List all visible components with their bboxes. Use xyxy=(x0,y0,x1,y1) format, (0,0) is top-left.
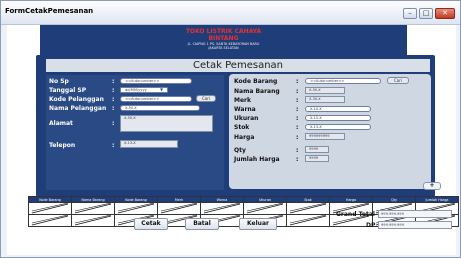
placeholder-strike-icon xyxy=(74,203,112,214)
harga-field[interactable]: 999999999 xyxy=(305,133,345,140)
warna-field[interactable]: X-10-X xyxy=(305,106,371,112)
grid-cell[interactable] xyxy=(157,202,201,215)
ukuran-field[interactable]: X-15-X xyxy=(305,115,371,121)
warna-label: Warna xyxy=(234,106,256,113)
placeholder-strike-icon xyxy=(246,203,284,214)
merk-field[interactable]: X-30-X xyxy=(305,96,345,103)
alamat-label: Alamat xyxy=(49,120,73,127)
colon: : xyxy=(296,78,299,85)
placeholder-strike-icon xyxy=(160,203,198,214)
app-window: FormCetakPemesanan – □ ✕ TOKO LISTRIK CA… xyxy=(0,0,461,258)
placeholder-strike-icon xyxy=(289,203,327,214)
nama-barang-label: Nama Barang xyxy=(234,88,280,95)
grand-total-label: Grand Total xyxy=(336,211,375,218)
close-icon: ✕ xyxy=(442,9,448,17)
minimize-icon: – xyxy=(408,9,412,17)
colon: : xyxy=(296,115,299,122)
grid-cell[interactable] xyxy=(28,214,72,227)
maximize-icon: □ xyxy=(422,9,430,17)
nama-pelanggan-label: Nama Pelanggan xyxy=(49,105,107,112)
kode-pelanggan-label: Kode Pelanggan xyxy=(49,96,104,103)
tanggal-sp-label: Tanggal SP xyxy=(49,87,87,94)
placeholder-strike-icon xyxy=(117,203,155,214)
placeholder-strike-icon xyxy=(74,215,112,226)
alamat-textarea[interactable]: X-50-X xyxy=(120,115,213,132)
jumlah-harga-label: Jumlah Harga xyxy=(234,156,280,163)
minimize-button[interactable]: – xyxy=(403,8,417,19)
colon: : xyxy=(296,147,299,154)
harga-label: Harga xyxy=(234,134,255,141)
grid-cell[interactable] xyxy=(71,214,115,227)
jumlah-harga-field[interactable]: 9999 xyxy=(305,155,329,162)
stok-label: Stok xyxy=(234,124,250,131)
qty-field[interactable]: 9999 xyxy=(305,146,329,153)
customer-panel: No Sp : <<Autonumber>> Tanggal SP : dd/M… xyxy=(46,75,224,190)
add-item-button[interactable]: + xyxy=(423,182,441,190)
qty-label: Qty xyxy=(234,147,246,154)
grid-cell[interactable] xyxy=(286,202,330,215)
placeholder-strike-icon xyxy=(31,215,69,226)
colon: : xyxy=(296,88,299,95)
telepon-field[interactable]: X-13-X xyxy=(120,140,178,148)
grid-cell[interactable] xyxy=(114,202,158,215)
placeholder-strike-icon xyxy=(203,203,241,214)
title-bar: FormCetakPemesanan – □ ✕ xyxy=(1,1,460,25)
grid-cell[interactable] xyxy=(200,202,244,215)
chevron-down-icon[interactable]: ▼ xyxy=(160,88,166,92)
colon: : xyxy=(112,120,115,127)
grid-cell[interactable] xyxy=(71,202,115,215)
keluar-button[interactable]: Keluar xyxy=(239,218,277,230)
cari-pelanggan-button[interactable]: Cari xyxy=(196,95,216,102)
nama-barang-field[interactable]: X-50-X xyxy=(305,87,345,94)
placeholder-strike-icon xyxy=(31,203,69,214)
grid-cell[interactable] xyxy=(243,202,287,215)
ukuran-label: Ukuran xyxy=(234,115,259,122)
colon: : xyxy=(296,156,299,163)
dp-field[interactable]: 999.999.999 xyxy=(378,221,452,229)
telepon-label: Telepon xyxy=(49,142,76,149)
maximize-button[interactable]: □ xyxy=(419,8,433,19)
grid-cell[interactable] xyxy=(286,214,330,227)
merk-label: Merk xyxy=(234,97,251,104)
heading-bar: Cetak Pemesanan xyxy=(46,59,430,72)
colon: : xyxy=(296,134,299,141)
grid-cell[interactable] xyxy=(28,202,72,215)
page-title: Cetak Pemesanan xyxy=(192,60,283,71)
store-name-line1: TOKO LISTRIK CAHAYA xyxy=(185,28,262,35)
item-panel: Kode Barang : <<Autonumber>> Cari Nama B… xyxy=(229,74,431,189)
colon: : xyxy=(112,96,115,103)
store-address-line2: JAKARTA SELATAN xyxy=(208,46,239,50)
tanggal-sp-value: dd/MM/yyyy xyxy=(125,88,147,92)
form-canvas: TOKO LISTRIK CAHAYA BINTANG JL. CIAPNG 1… xyxy=(7,25,459,255)
colon: : xyxy=(296,106,299,113)
kode-barang-field[interactable]: <<Autonumber>> xyxy=(305,78,381,84)
colon: : xyxy=(112,142,115,149)
no-sp-label: No Sp xyxy=(49,78,69,85)
no-sp-field[interactable]: <<Autonumber>> xyxy=(120,78,192,84)
cari-barang-button[interactable]: Cari xyxy=(387,77,409,84)
nama-pelanggan-field[interactable]: X-50-X xyxy=(120,105,200,111)
tanggal-sp-datepicker[interactable]: dd/MM/yyyy ▼ xyxy=(120,87,168,93)
dp-label: DP xyxy=(366,222,376,229)
batal-button[interactable]: Batal xyxy=(185,218,219,230)
close-button[interactable]: ✕ xyxy=(435,8,455,19)
colon: : xyxy=(112,87,115,94)
stok-field[interactable]: X-13-X xyxy=(305,124,371,130)
main-panel: Cetak Pemesanan No Sp : <<Autonumber>> T… xyxy=(36,55,435,197)
kode-pelanggan-field[interactable]: <<Autonumber>> xyxy=(120,96,192,102)
grand-total-field[interactable]: 999.999.999 xyxy=(378,210,452,218)
kode-barang-label: Kode Barang xyxy=(234,78,278,85)
colon: : xyxy=(112,78,115,85)
placeholder-strike-icon xyxy=(289,215,327,226)
colon: : xyxy=(112,105,115,112)
colon: : xyxy=(296,124,299,131)
colon: : xyxy=(296,97,299,104)
window-title: FormCetakPemesanan xyxy=(5,7,94,15)
cetak-button[interactable]: Cetak xyxy=(134,218,168,230)
store-name-line2: BINTANG xyxy=(208,35,239,42)
